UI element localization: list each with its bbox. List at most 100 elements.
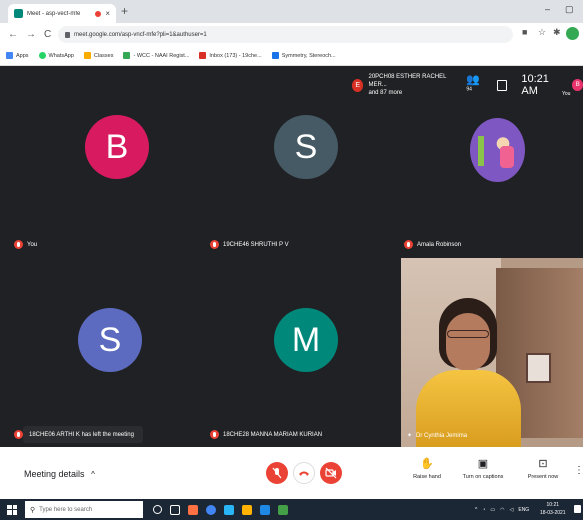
tray-chevron-icon[interactable]: ^ — [475, 507, 477, 513]
windows-taskbar: ⚲ Type here to search ^ ◔ ▭ ◠ ◁ ENG 10:2… — [0, 499, 583, 520]
people-count: 94 — [466, 85, 472, 92]
participant-tile[interactable]: S — [0, 258, 196, 443]
mic-off-icon — [210, 430, 219, 439]
profile-avatar[interactable] — [566, 27, 579, 40]
video-person-face — [446, 313, 490, 371]
participant-avatar: B — [85, 115, 149, 179]
captions-button[interactable]: ▣ Turn on captions — [458, 457, 508, 480]
browser-tab-bar: Meet - asp-vecf-mfe × + – ▢ — [0, 0, 583, 23]
cortana-icon[interactable] — [153, 505, 162, 514]
present-icon: ⊡ — [538, 458, 548, 470]
network-icon[interactable]: ◔ — [482, 507, 485, 513]
address-bar-row: ← → C meet.google.com/asp-vncf-mfe?pli=1… — [0, 23, 583, 46]
firefox-icon[interactable] — [188, 504, 198, 515]
language-indicator[interactable]: ENG — [518, 507, 529, 513]
bookmark-apps[interactable]: Apps — [6, 52, 29, 59]
new-tab-button[interactable]: + — [121, 4, 128, 18]
gmail-icon — [199, 52, 207, 59]
captions-icon: ▣ — [477, 458, 489, 470]
notifications-icon[interactable] — [574, 505, 581, 513]
bookmarks-bar: Apps WhatsApp Classes - WCC - NAAI Regis… — [0, 46, 583, 66]
chat-icon[interactable] — [497, 79, 508, 91]
participant-name: Amala Robinson — [404, 240, 461, 249]
chrome-icon[interactable] — [206, 504, 216, 515]
photos-icon[interactable] — [278, 504, 288, 515]
participant-name: 18CHE28 MANNA MARIAM KURIAN — [210, 430, 322, 439]
participant-name: ✦ Dr Cynthia Jemima — [407, 432, 468, 440]
more-options-icon[interactable]: ⋮ — [574, 465, 583, 476]
participant-avatar: S — [274, 115, 338, 179]
profile-photo — [470, 118, 525, 182]
forward-button[interactable]: → — [26, 29, 36, 40]
meet-bottom-bar: Meeting details ^ ✋ Raise hand ▣ Turn on… — [0, 447, 583, 499]
participant-tile[interactable]: S — [200, 100, 396, 255]
meet-favicon-icon — [14, 9, 23, 18]
participant-name: 19CHE46 SHRUTHI P V — [210, 240, 289, 249]
pin-icon: ✦ — [407, 433, 413, 439]
mic-off-icon — [210, 240, 219, 249]
whatsapp-icon — [38, 52, 46, 59]
search-icon: ⚲ — [30, 506, 36, 514]
recording-dot-icon — [95, 10, 102, 17]
mic-off-icon — [272, 467, 282, 479]
wifi-icon[interactable]: ◠ — [500, 507, 504, 513]
bookmark-wcc[interactable]: - WCC - NAAI Regist... — [123, 52, 189, 59]
people-button[interactable]: 👥94 — [466, 73, 483, 98]
edge-icon[interactable] — [224, 504, 234, 515]
camera-toggle-button[interactable] — [320, 462, 342, 484]
bookmark-inbox[interactable]: Inbox (173) - 19che... — [199, 52, 262, 59]
video-shelf-box — [526, 353, 551, 383]
meeting-info-bar: E 20PCH08 ESTHER RACHEL MER... and 87 mo… — [352, 70, 583, 100]
mic-off-icon — [14, 240, 23, 249]
leave-call-button[interactable] — [293, 462, 315, 484]
star-icon[interactable]: ☆ — [538, 27, 546, 38]
site-icon — [271, 52, 279, 59]
battery-icon[interactable]: ▭ — [490, 507, 495, 513]
bookmark-classes[interactable]: Classes — [83, 52, 113, 59]
minimize-button[interactable]: – — [545, 4, 550, 14]
present-now-button[interactable]: ⊡ Present now — [518, 457, 568, 480]
bookmark-symmetry[interactable]: Symmetry, Stereoch... — [271, 52, 336, 59]
store-icon[interactable] — [260, 504, 270, 515]
bookmark-whatsapp[interactable]: WhatsApp — [38, 52, 74, 59]
self-avatar: B — [572, 79, 583, 91]
video-tile[interactable]: ✦ Dr Cynthia Jemima — [401, 258, 583, 448]
meeting-details-button[interactable]: Meeting details ^ — [24, 469, 95, 479]
classroom-icon — [83, 52, 91, 59]
raise-hand-button[interactable]: ✋ Raise hand — [402, 457, 452, 480]
extensions-icon[interactable]: ✱ — [553, 27, 561, 38]
reload-button[interactable]: C — [44, 29, 51, 40]
lock-icon — [65, 31, 70, 38]
task-view-icon[interactable] — [170, 504, 180, 515]
chevron-up-icon: ^ — [91, 470, 95, 479]
apps-grid-icon — [6, 52, 13, 59]
camera-icon[interactable]: ■ — [522, 27, 527, 37]
self-label: You — [562, 91, 571, 97]
participant-avatar: M — [274, 308, 338, 372]
volume-icon[interactable]: ◁ — [510, 507, 514, 513]
wcc-icon — [123, 52, 131, 59]
meet-tab[interactable]: Meet - asp-vecf-mfe × — [8, 4, 116, 23]
participant-tile[interactable]: M — [200, 258, 396, 443]
left-meeting-toast: 18CHE06 ARTHI K has left the meeting — [23, 426, 143, 443]
tab-close-icon[interactable]: × — [105, 9, 110, 18]
hang-up-icon — [299, 471, 309, 476]
taskbar-search-input[interactable]: ⚲ Type here to search — [25, 501, 143, 518]
restore-button[interactable]: ▢ — [565, 4, 574, 15]
mic-toggle-button[interactable] — [266, 462, 288, 484]
participant-tile[interactable]: B — [0, 100, 196, 255]
taskbar-clock[interactable]: 10:21 18-03-2021 — [540, 501, 566, 517]
participant-summary[interactable]: 20PCH08 ESTHER RACHEL MER... and 87 more — [368, 73, 452, 97]
participant-name: You — [14, 240, 37, 249]
url-field[interactable]: meet.google.com/asp-vncf-mfe?pli=1&authu… — [58, 26, 513, 43]
video-person-glasses — [447, 330, 489, 338]
file-explorer-icon[interactable] — [242, 504, 252, 515]
mic-off-icon — [404, 240, 413, 249]
mic-off-icon — [14, 430, 23, 439]
camera-off-icon — [325, 467, 337, 479]
windows-start-icon[interactable] — [7, 504, 17, 515]
participant-tile[interactable] — [400, 100, 583, 255]
participant-name-hidden — [14, 430, 23, 439]
back-button[interactable]: ← — [8, 29, 18, 40]
url-text: meet.google.com/asp-vncf-mfe?pli=1&authu… — [74, 31, 207, 38]
